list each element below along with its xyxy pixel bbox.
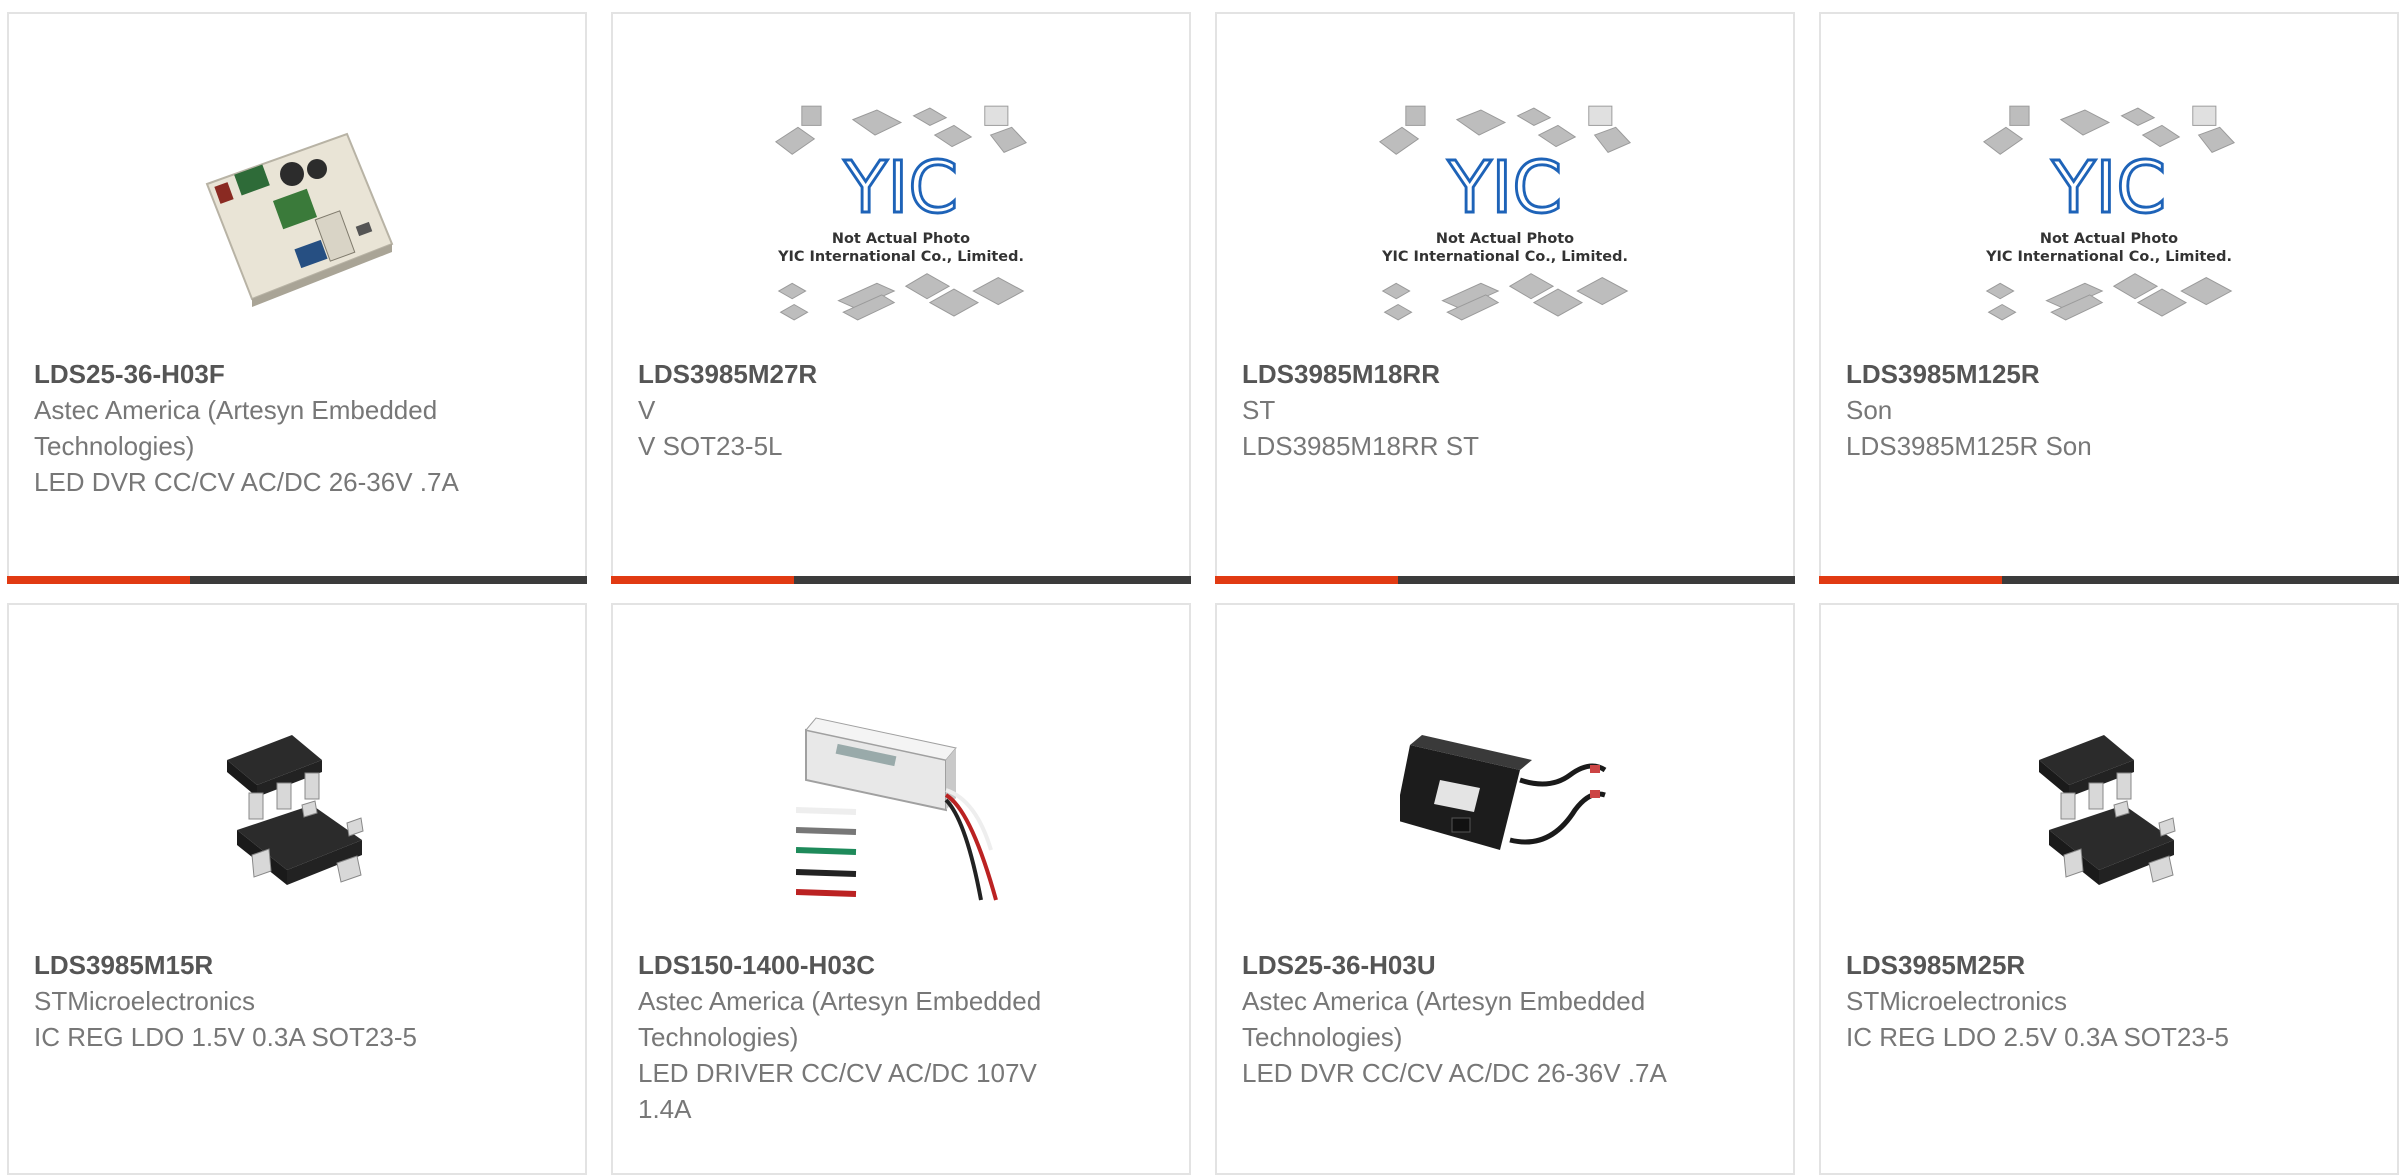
product-card[interactable]: YIC Not Actual Photo YIC International C…	[1819, 12, 2399, 584]
part-number-link[interactable]: LDS25-36-H03U	[1242, 947, 1682, 983]
product-info: LDS3985M125R Son LDS3985M125R Son	[1846, 356, 2286, 464]
part-number-link[interactable]: LDS25-36-H03F	[34, 356, 474, 392]
manufacturer: STMicroelectronics	[1846, 986, 2068, 1016]
not-actual-photo-placeholder-icon: YIC Not Actual Photo YIC International C…	[774, 105, 1028, 321]
manufacturer: Astec America (Artesyn Embedded Technolo…	[1242, 986, 1646, 1052]
placeholder-logo: YIC	[843, 146, 958, 229]
led-driver-board-icon	[205, 132, 394, 307]
product-info: LDS150-1400-H03C Astec America (Artesyn …	[638, 947, 1078, 1127]
product-info: LDS3985M27R V V SOT23-5L	[638, 356, 1078, 464]
card-bar	[1215, 576, 1795, 584]
manufacturer: Astec America (Artesyn Embedded Technolo…	[638, 986, 1042, 1052]
placeholder-line2: YIC International Co., Limited.	[1381, 249, 1628, 265]
manufacturer: ST	[1242, 395, 1276, 425]
product-card[interactable]: LDS3985M25R STMicroelectronics IC REG LD…	[1819, 603, 2399, 1175]
product-info: LDS25-36-H03F Astec America (Artesyn Emb…	[34, 356, 474, 500]
description: LED DRIVER CC/CV AC/DC 107V 1.4A	[638, 1058, 1037, 1124]
product-info: LDS3985M15R STMicroelectronics IC REG LD…	[34, 947, 474, 1055]
product-card[interactable]: YIC Not Actual Photo YIC International C…	[611, 12, 1191, 584]
product-image[interactable]: YIC Not Actual Photo YIC International C…	[1979, 84, 2239, 344]
product-image[interactable]	[167, 84, 427, 344]
card-bar-accent	[1819, 576, 2002, 584]
not-actual-photo-placeholder-icon: YIC Not Actual Photo YIC International C…	[1982, 105, 2236, 321]
product-image[interactable]	[167, 675, 427, 935]
product-image[interactable]	[1375, 675, 1635, 935]
description: LDS3985M125R Son	[1846, 431, 2092, 461]
product-card[interactable]: LDS25-36-H03F Astec America (Artesyn Emb…	[7, 12, 587, 584]
part-number-link[interactable]: LDS3985M27R	[638, 356, 1078, 392]
card-bar-accent	[7, 576, 190, 584]
part-number-link[interactable]: LDS3985M15R	[34, 947, 474, 983]
description: IC REG LDO 2.5V 0.3A SOT23-5	[1846, 1022, 2229, 1052]
sot23-chip-icon	[2039, 735, 2176, 885]
product-info: LDS3985M18RR ST LDS3985M18RR ST	[1242, 356, 1682, 464]
product-info: LDS3985M25R STMicroelectronics IC REG LD…	[1846, 947, 2286, 1055]
description: LED DVR CC/CV AC/DC 26-36V .7A	[34, 467, 459, 497]
product-image[interactable]: YIC Not Actual Photo YIC International C…	[771, 84, 1031, 344]
card-bar-accent	[1215, 576, 1398, 584]
product-card[interactable]: YIC Not Actual Photo YIC International C…	[1215, 12, 1795, 584]
part-number-link[interactable]: LDS3985M125R	[1846, 356, 2286, 392]
placeholder-line1: Not Actual Photo	[2040, 231, 2178, 247]
placeholder-line1: Not Actual Photo	[1436, 231, 1574, 247]
product-image[interactable]	[1979, 675, 2239, 935]
card-bar	[611, 576, 1191, 584]
placeholder-logo: YIC	[2051, 146, 2166, 229]
manufacturer: Son	[1846, 395, 1893, 425]
product-card[interactable]: LDS3985M15R STMicroelectronics IC REG LD…	[7, 603, 587, 1175]
placeholder-line2: YIC International Co., Limited.	[1985, 249, 2232, 265]
card-bar	[1819, 576, 2399, 584]
led-driver-enclosure-icon	[796, 717, 998, 901]
placeholder-line1: Not Actual Photo	[832, 231, 970, 247]
description: V SOT23-5L	[638, 431, 783, 461]
product-card[interactable]: LDS25-36-H03U Astec America (Artesyn Emb…	[1215, 603, 1795, 1175]
placeholder-logo: YIC	[1447, 146, 1562, 229]
card-bar	[7, 576, 587, 584]
part-number-link[interactable]: LDS3985M18RR	[1242, 356, 1682, 392]
description: LDS3985M18RR ST	[1242, 431, 1479, 461]
product-image[interactable]: YIC Not Actual Photo YIC International C…	[1375, 84, 1635, 344]
placeholder-line2: YIC International Co., Limited.	[777, 249, 1024, 265]
description: IC REG LDO 1.5V 0.3A SOT23-5	[34, 1022, 417, 1052]
card-bar-accent	[611, 576, 794, 584]
part-number-link[interactable]: LDS3985M25R	[1846, 947, 2286, 983]
product-card[interactable]: LDS150-1400-H03C Astec America (Artesyn …	[611, 603, 1191, 1175]
led-driver-cable-icon	[1400, 735, 1607, 850]
product-info: LDS25-36-H03U Astec America (Artesyn Emb…	[1242, 947, 1682, 1091]
description: LED DVR CC/CV AC/DC 26-36V .7A	[1242, 1058, 1667, 1088]
sot23-chip-icon	[227, 735, 364, 885]
product-grid: LDS25-36-H03F Astec America (Artesyn Emb…	[7, 12, 2399, 1175]
part-number-link[interactable]: LDS150-1400-H03C	[638, 947, 1078, 983]
product-image[interactable]	[771, 675, 1031, 935]
not-actual-photo-placeholder-icon: YIC Not Actual Photo YIC International C…	[1378, 105, 1632, 321]
manufacturer: Astec America (Artesyn Embedded Technolo…	[34, 395, 438, 461]
manufacturer: STMicroelectronics	[34, 986, 256, 1016]
manufacturer: V	[638, 395, 656, 425]
